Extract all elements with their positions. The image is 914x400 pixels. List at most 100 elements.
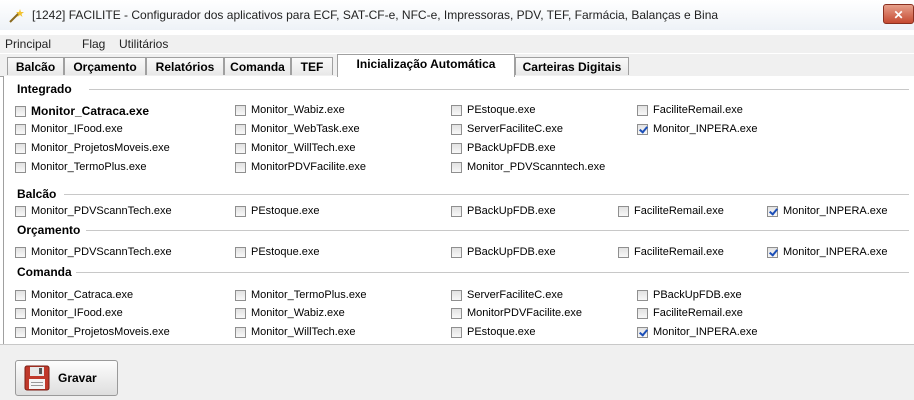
checkbox-box[interactable] [235, 205, 246, 217]
checkbox-box[interactable] [767, 246, 778, 258]
checkbox-integrado-monitorpdvfacilite[interactable]: MonitorPDVFacilite.exe [235, 161, 366, 173]
checkbox-comanda-serverfacilitec[interactable]: ServerFaciliteC.exe [451, 289, 563, 301]
checkbox-box[interactable] [15, 307, 26, 319]
checkbox-balcao-pbackupfdb[interactable]: PBackUpFDB.exe [451, 205, 556, 217]
checkbox-label: Monitor_TermoPlus.exe [251, 289, 367, 301]
checkbox-comanda-pbackupfdb[interactable]: PBackUpFDB.exe [637, 289, 742, 301]
checkbox-box[interactable] [235, 326, 246, 338]
checkbox-box[interactable] [15, 205, 26, 217]
tab-balcao[interactable]: Balcão [7, 57, 64, 75]
checkbox-label: Monitor_INPERA.exe [653, 123, 758, 135]
checkbox-comanda-monitor-termoplus[interactable]: Monitor_TermoPlus.exe [235, 289, 367, 301]
menu-principal[interactable]: Principal [5, 37, 51, 51]
tab-inicializacao-automatica[interactable]: Inicialização Automática [337, 54, 515, 77]
checkbox-orcamento-monitor-inpera[interactable]: Monitor_INPERA.exe [767, 246, 888, 258]
checkbox-comanda-monitor-ifood[interactable]: Monitor_IFood.exe [15, 307, 123, 319]
checkbox-integrado-serverfacilitec[interactable]: ServerFaciliteC.exe [451, 123, 563, 135]
checkbox-orcamento-pestoque[interactable]: PEstoque.exe [235, 246, 320, 258]
tab-comanda[interactable]: Comanda [224, 57, 291, 75]
checkbox-box[interactable] [235, 161, 246, 173]
checkbox-box[interactable] [618, 246, 629, 258]
checkbox-box[interactable] [15, 123, 26, 135]
checkbox-balcao-monitor-pdvscanntech[interactable]: Monitor_PDVScannTech.exe [15, 205, 172, 217]
checkbox-box[interactable] [451, 161, 462, 173]
checkbox-box[interactable] [15, 142, 26, 154]
checkbox-label: PBackUpFDB.exe [467, 205, 556, 217]
checkbox-box[interactable] [15, 326, 26, 338]
checkbox-box[interactable] [451, 246, 462, 258]
checkbox-orcamento-monitor-pdvscanntech[interactable]: Monitor_PDVScannTech.exe [15, 246, 172, 258]
checkbox-integrado-monitor-termoplus[interactable]: Monitor_TermoPlus.exe [15, 161, 147, 173]
checkbox-comanda-monitor-wabiz[interactable]: Monitor_Wabiz.exe [235, 307, 345, 319]
checkbox-comanda-monitor-projetosmoveis[interactable]: Monitor_ProjetosMoveis.exe [15, 326, 170, 338]
checkbox-label: Monitor_WillTech.exe [251, 326, 356, 338]
group-title-integrado: Integrado [17, 82, 72, 96]
app-wand-icon [9, 9, 24, 23]
tab-relatorios[interactable]: Relatórios [146, 57, 224, 75]
checkbox-integrado-monitor-inpera[interactable]: Monitor_INPERA.exe [637, 123, 758, 135]
checkbox-box[interactable] [637, 289, 648, 301]
gravar-button[interactable]: Gravar [15, 360, 118, 396]
checkbox-box[interactable] [637, 123, 648, 135]
group-title-balcao: Balcão [17, 187, 57, 201]
tab-tef[interactable]: TEF [291, 57, 333, 75]
checkbox-comanda-monitor-inpera[interactable]: Monitor_INPERA.exe [637, 326, 758, 338]
checkbox-box[interactable] [451, 123, 462, 135]
checkbox-comanda-monitor-catraca[interactable]: Monitor_Catraca.exe [15, 289, 133, 301]
checkbox-box[interactable] [451, 205, 462, 217]
checkbox-box[interactable] [15, 289, 26, 301]
checkbox-label: Monitor_INPERA.exe [783, 205, 888, 217]
checkbox-box[interactable] [15, 105, 26, 117]
close-button[interactable]: ✕ [883, 4, 914, 24]
checkbox-orcamento-pbackupfdb[interactable]: PBackUpFDB.exe [451, 246, 556, 258]
checkbox-label: FaciliteRemail.exe [634, 205, 724, 217]
checkbox-box[interactable] [235, 123, 246, 135]
checkbox-box[interactable] [637, 104, 648, 116]
checkbox-label: FaciliteRemail.exe [653, 307, 743, 319]
tab-orcamento[interactable]: Orçamento [64, 57, 146, 75]
checkbox-integrado-monitor-willtech[interactable]: Monitor_WillTech.exe [235, 142, 356, 154]
checkbox-comanda-monitorpdvfacilite[interactable]: MonitorPDVFacilite.exe [451, 307, 582, 319]
group-title-orcamento: Orçamento [17, 223, 81, 237]
checkbox-box[interactable] [235, 104, 246, 116]
checkbox-integrado-monitor-webtask[interactable]: Monitor_WebTask.exe [235, 123, 360, 135]
checkbox-box[interactable] [15, 161, 26, 173]
checkbox-box[interactable] [618, 205, 629, 217]
checkbox-label: Monitor_WillTech.exe [251, 142, 356, 154]
checkbox-integrado-pestoque[interactable]: PEstoque.exe [451, 104, 536, 116]
checkbox-integrado-pbackupfdb[interactable]: PBackUpFDB.exe [451, 142, 556, 154]
checkbox-box[interactable] [637, 326, 648, 338]
checkbox-comanda-monitor-willtech[interactable]: Monitor_WillTech.exe [235, 326, 356, 338]
checkbox-label: Monitor_WebTask.exe [251, 123, 360, 135]
checkbox-comanda-faciliteremail[interactable]: FaciliteRemail.exe [637, 307, 743, 319]
checkbox-balcao-faciliteremail[interactable]: FaciliteRemail.exe [618, 205, 724, 217]
checkbox-box[interactable] [451, 104, 462, 116]
checkbox-label: PBackUpFDB.exe [467, 142, 556, 154]
checkbox-box[interactable] [451, 326, 462, 338]
checkbox-integrado-monitor-pdvscanntech[interactable]: Monitor_PDVScanntech.exe [451, 161, 605, 173]
checkbox-integrado-monitor-catraca[interactable]: Monitor_Catraca.exe [15, 104, 149, 118]
checkbox-box[interactable] [235, 289, 246, 301]
checkbox-box[interactable] [767, 205, 778, 217]
menu-flag[interactable]: Flag [82, 37, 105, 51]
checkbox-balcao-monitor-inpera[interactable]: Monitor_INPERA.exe [767, 205, 888, 217]
checkbox-box[interactable] [451, 289, 462, 301]
checkbox-integrado-monitor-projetosmoveis[interactable]: Monitor_ProjetosMoveis.exe [15, 142, 170, 154]
checkbox-box[interactable] [451, 142, 462, 154]
checkbox-label: Monitor_IFood.exe [31, 307, 123, 319]
checkbox-box[interactable] [451, 307, 462, 319]
checkbox-comanda-pestoque[interactable]: PEstoque.exe [451, 326, 536, 338]
checkbox-integrado-monitor-wabiz[interactable]: Monitor_Wabiz.exe [235, 104, 345, 116]
checkbox-box[interactable] [235, 142, 246, 154]
menu-utilitarios[interactable]: Utilitários [119, 37, 168, 51]
checkbox-box[interactable] [235, 307, 246, 319]
checkbox-box[interactable] [235, 246, 246, 258]
checkbox-box[interactable] [15, 246, 26, 258]
tab-carteiras-digitais[interactable]: Carteiras Digitais [515, 57, 629, 75]
checkbox-balcao-pestoque[interactable]: PEstoque.exe [235, 205, 320, 217]
checkbox-integrado-monitor-ifood[interactable]: Monitor_IFood.exe [15, 123, 123, 135]
checkbox-orcamento-faciliteremail[interactable]: FaciliteRemail.exe [618, 246, 724, 258]
checkbox-box[interactable] [637, 307, 648, 319]
checkbox-label: PBackUpFDB.exe [467, 246, 556, 258]
checkbox-integrado-faciliteremail[interactable]: FaciliteRemail.exe [637, 104, 743, 116]
